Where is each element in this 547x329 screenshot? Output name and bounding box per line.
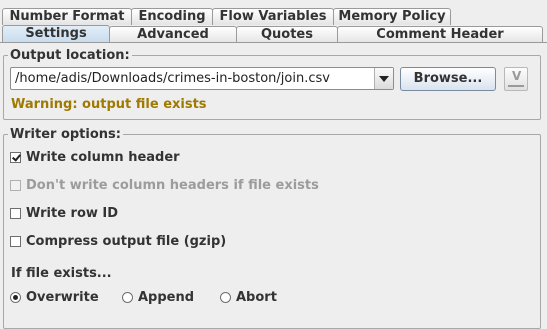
if-file-exists-label: If file exists... xyxy=(11,266,112,281)
write-column-header-checkbox[interactable]: Write column header xyxy=(10,149,180,165)
write-column-header-label: Write column header xyxy=(26,149,180,165)
flow-variable-icon-bar xyxy=(508,85,524,87)
chevron-down-icon[interactable] xyxy=(374,68,393,89)
output-file-exists-warning: Warning: output file exists xyxy=(11,97,207,112)
writer-options-legend: Writer options: xyxy=(10,127,121,142)
write-row-id-checkbox[interactable]: Write row ID xyxy=(10,205,118,221)
compress-output-label: Compress output file (gzip) xyxy=(26,233,227,249)
browse-button[interactable]: Browse... xyxy=(400,67,496,91)
flow-variable-icon: V xyxy=(512,69,522,83)
tab-settings[interactable]: Settings xyxy=(2,25,110,43)
tab-comment-header[interactable]: Comment Header xyxy=(337,26,543,43)
radio-abort[interactable]: Abort xyxy=(220,289,277,305)
tab-number-format[interactable]: Number Format xyxy=(2,8,132,25)
tab-panel-border xyxy=(0,42,547,43)
flow-variable-button[interactable]: V xyxy=(504,67,528,91)
dont-write-headers-checkbox[interactable]: Don't write column headers if file exist… xyxy=(10,177,319,193)
radio-overwrite[interactable]: Overwrite xyxy=(10,289,99,305)
checkbox-disabled-icon[interactable] xyxy=(10,179,21,191)
tab-flow-variables[interactable]: Flow Variables xyxy=(212,8,334,25)
tab-row-front: Settings Advanced Quotes Comment Header xyxy=(2,25,543,43)
abort-label: Abort xyxy=(236,289,277,305)
output-path-combobox[interactable]: /home/adis/Downloads/crimes-in-boston/jo… xyxy=(10,67,394,90)
tab-row-back: Number Format Encoding Flow Variables Me… xyxy=(2,7,451,25)
output-location-legend: Output location: xyxy=(10,48,130,63)
radio-icon[interactable] xyxy=(220,291,231,303)
compress-output-checkbox[interactable]: Compress output file (gzip) xyxy=(10,233,226,249)
tab-encoding[interactable]: Encoding xyxy=(131,8,213,25)
radio-icon[interactable] xyxy=(122,291,133,303)
checkbox-icon[interactable] xyxy=(10,235,21,247)
radio-selected-icon[interactable] xyxy=(10,291,21,303)
checkbox-checked-icon[interactable] xyxy=(10,151,21,163)
dont-write-headers-label: Don't write column headers if file exist… xyxy=(26,177,319,193)
write-row-id-label: Write row ID xyxy=(26,205,119,221)
overwrite-label: Overwrite xyxy=(26,289,99,305)
output-path-value[interactable]: /home/adis/Downloads/crimes-in-boston/jo… xyxy=(15,71,330,86)
tab-advanced[interactable]: Advanced xyxy=(109,26,237,43)
append-label: Append xyxy=(138,289,195,305)
checkbox-icon[interactable] xyxy=(10,207,21,219)
tab-memory-policy[interactable]: Memory Policy xyxy=(333,8,451,25)
radio-append[interactable]: Append xyxy=(122,289,194,305)
tab-quotes[interactable]: Quotes xyxy=(236,26,338,43)
